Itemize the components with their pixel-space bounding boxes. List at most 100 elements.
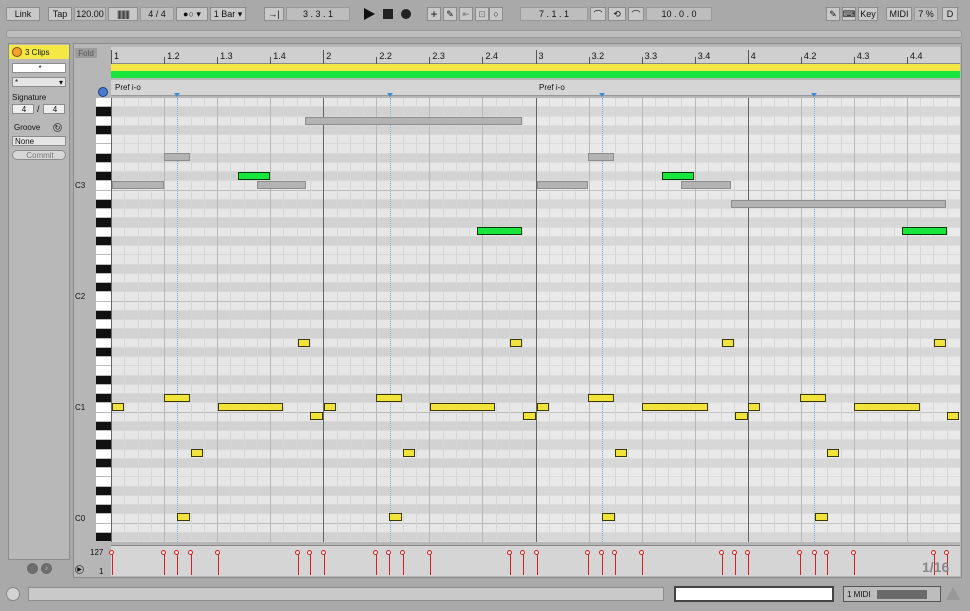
piano-white-key[interactable]: [96, 292, 111, 302]
velocity-handle[interactable]: [295, 550, 300, 555]
velocity-handle[interactable]: [188, 550, 193, 555]
quantize-dropdown[interactable]: 1 Bar ▾: [210, 7, 246, 21]
piano-black-key[interactable]: [96, 310, 111, 320]
clip-name-field[interactable]: *: [12, 63, 66, 73]
velocity-stem[interactable]: [510, 553, 511, 575]
loop-length-field[interactable]: 10 . 0 . 0: [646, 7, 712, 21]
velocity-stem[interactable]: [164, 553, 165, 575]
commit-button[interactable]: Commit: [12, 150, 66, 160]
piano-white-key[interactable]: [96, 514, 111, 524]
punch-in-icon[interactable]: ⌒: [590, 7, 606, 21]
piano-white-key[interactable]: [96, 135, 111, 145]
automation-arm-icon[interactable]: ✎: [443, 7, 457, 21]
midi-note[interactable]: [588, 394, 614, 402]
arrangement-position-field[interactable]: 3 . 3 . 1: [286, 7, 350, 21]
piano-black-key[interactable]: [96, 107, 111, 117]
piano-white-key[interactable]: [96, 412, 111, 422]
key-map-button[interactable]: Key: [858, 7, 878, 21]
midi-note[interactable]: [602, 513, 615, 521]
link-button[interactable]: Link: [6, 7, 40, 21]
overview-scrollbar[interactable]: [6, 30, 962, 38]
groove-pool-icon[interactable]: ↻: [53, 123, 62, 132]
velocity-stem[interactable]: [298, 553, 299, 575]
midi-note[interactable]: [815, 513, 828, 521]
piano-white-key[interactable]: [96, 144, 111, 154]
piano-white-key[interactable]: [96, 449, 111, 459]
show-sample-box-icon[interactable]: ♪: [41, 563, 52, 574]
piano-black-key[interactable]: [96, 283, 111, 293]
follow-icon[interactable]: →|: [264, 7, 284, 21]
ghost-note[interactable]: [112, 181, 164, 189]
velocity-stem[interactable]: [588, 553, 589, 575]
velocity-stem[interactable]: [191, 553, 192, 575]
metronome-bars-icon[interactable]: |||||||||: [108, 7, 138, 21]
velocity-lane-toggle-icon[interactable]: ▶: [75, 565, 84, 574]
midi-note[interactable]: [430, 403, 495, 411]
note-grid[interactable]: [111, 98, 960, 542]
clip-sig-num[interactable]: 4: [12, 104, 34, 114]
midi-note[interactable]: [735, 412, 748, 420]
midi-note[interactable]: [164, 394, 190, 402]
loop-region[interactable]: [111, 71, 960, 78]
velocity-handle[interactable]: [797, 550, 802, 555]
midi-note[interactable]: [324, 403, 336, 411]
velocity-handle[interactable]: [507, 550, 512, 555]
marker-triangle-icon[interactable]: [598, 93, 605, 97]
overdub-add-icon[interactable]: +: [427, 7, 441, 21]
velocity-stem[interactable]: [537, 553, 538, 575]
piano-white-key[interactable]: [96, 116, 111, 126]
velocity-handle[interactable]: [161, 550, 166, 555]
velocity-handle[interactable]: [400, 550, 405, 555]
velocity-handle[interactable]: [719, 550, 724, 555]
fold-button[interactable]: Fold: [75, 48, 97, 58]
piano-white-key[interactable]: [96, 320, 111, 330]
piano-black-key[interactable]: [96, 532, 111, 542]
ghost-note[interactable]: [537, 181, 588, 189]
piano-black-key[interactable]: [96, 486, 111, 496]
midi-note[interactable]: [177, 513, 190, 521]
preview-button[interactable]: [98, 87, 108, 97]
velocity-stem[interactable]: [430, 553, 431, 575]
piano-black-key[interactable]: [96, 218, 111, 228]
piano-white-key[interactable]: [96, 495, 111, 505]
velocity-handle[interactable]: [321, 550, 326, 555]
velocity-stem[interactable]: [615, 553, 616, 575]
velocity-handle[interactable]: [307, 550, 312, 555]
tempo-field[interactable]: 120.00: [74, 7, 106, 21]
velocity-stem[interactable]: [827, 553, 828, 575]
draw-mode-icon[interactable]: ✎: [826, 7, 840, 21]
velocity-stem[interactable]: [722, 553, 723, 575]
piano-white-key[interactable]: [96, 227, 111, 237]
velocity-stem[interactable]: [310, 553, 311, 575]
piano-black-key[interactable]: [96, 505, 111, 515]
piano-white-key[interactable]: [96, 338, 111, 348]
velocity-handle[interactable]: [612, 550, 617, 555]
velocity-stem[interactable]: [735, 553, 736, 575]
piano-black-key[interactable]: [96, 236, 111, 246]
midi-map-button[interactable]: MIDI: [886, 7, 912, 21]
velocity-handle[interactable]: [931, 550, 936, 555]
midi-note[interactable]: [537, 403, 549, 411]
midi-note[interactable]: [477, 227, 522, 235]
piano-white-key[interactable]: [96, 209, 111, 219]
midi-note[interactable]: [827, 449, 839, 457]
loop-start-field[interactable]: 7 . 1 . 1: [520, 7, 588, 21]
piano-white-key[interactable]: [96, 273, 111, 283]
midi-note[interactable]: [298, 339, 310, 347]
velocity-handle[interactable]: [174, 550, 179, 555]
velocity-stem[interactable]: [218, 553, 219, 575]
time-signature-field[interactable]: 4 / 4: [140, 7, 174, 21]
velocity-stem[interactable]: [376, 553, 377, 575]
piano-black-key[interactable]: [96, 264, 111, 274]
piano-keyboard[interactable]: [96, 98, 111, 542]
midi-note[interactable]: [403, 449, 415, 457]
velocity-handle[interactable]: [599, 550, 604, 555]
velocity-handle[interactable]: [824, 550, 829, 555]
midi-note[interactable]: [238, 172, 270, 180]
status-play-icon[interactable]: [6, 587, 20, 601]
ghost-note[interactable]: [588, 153, 614, 161]
tap-button[interactable]: Tap: [48, 7, 72, 21]
velocity-handle[interactable]: [745, 550, 750, 555]
velocity-stem[interactable]: [112, 553, 113, 575]
velocity-stem[interactable]: [602, 553, 603, 575]
